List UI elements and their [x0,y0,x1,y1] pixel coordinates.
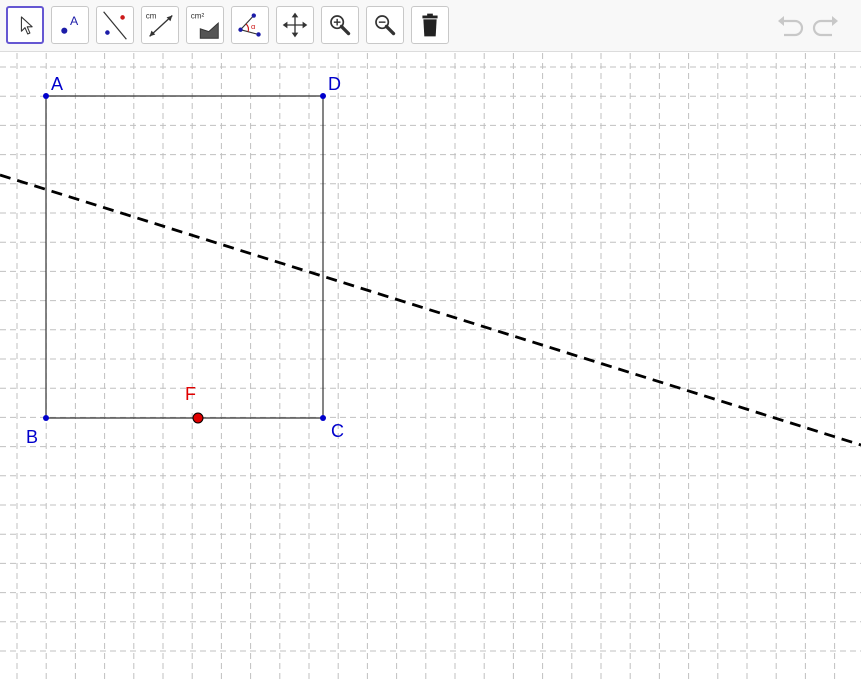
area-tool-button[interactable]: cm² [186,6,224,44]
zoom-in-icon [330,15,351,36]
move-graphics-view-button[interactable] [276,6,314,44]
angle-tool-icon-label: α [251,22,256,31]
redo-icon [812,16,838,37]
distance-tool-icon-label: cm [146,11,157,20]
cursor-arrow-icon [20,16,33,35]
label-F: F [185,384,196,404]
geogebra-app: A cm cm² α A D B C F [0,0,861,679]
graphics-canvas[interactable]: A D B C F [0,53,861,679]
distance-tool-button[interactable]: cm [141,6,179,44]
toolbar: A cm cm² α [0,0,861,52]
trash-icon [422,13,438,37]
point-tool-icon-label: A [70,14,79,28]
angle-tool-button[interactable]: α [231,6,269,44]
label-A: A [51,74,63,94]
zoom-in-button[interactable] [321,6,359,44]
undo-icon [778,16,804,37]
rectangle-ADCB[interactable] [45,95,324,419]
line-tool-button[interactable] [96,6,134,44]
redo-button[interactable] [811,11,841,41]
zoom-out-icon [375,15,396,36]
graphics-view[interactable]: A D B C F [0,53,861,679]
area-tool-icon-label: cm² [191,11,205,20]
area-icon: cm² [191,11,219,39]
point-D[interactable] [320,93,326,99]
point-B[interactable] [43,415,49,421]
dashed-line[interactable] [0,173,861,447]
distance-icon: cm [146,11,173,37]
angle-icon: α [238,13,261,37]
point-tool-button[interactable]: A [51,6,89,44]
grid [0,53,861,679]
undo-button[interactable] [775,11,805,41]
label-D: D [328,74,341,94]
label-B: B [26,427,38,447]
zoom-out-button[interactable] [366,6,404,44]
move-arrows-icon [282,12,308,38]
point-F[interactable] [192,412,204,424]
label-C: C [331,421,344,441]
line-through-points-icon [103,11,127,40]
move-tool-button[interactable] [6,6,44,44]
point-icon: A [61,14,79,34]
point-C[interactable] [320,415,326,421]
delete-button[interactable] [411,6,449,44]
point-A[interactable] [43,93,49,99]
